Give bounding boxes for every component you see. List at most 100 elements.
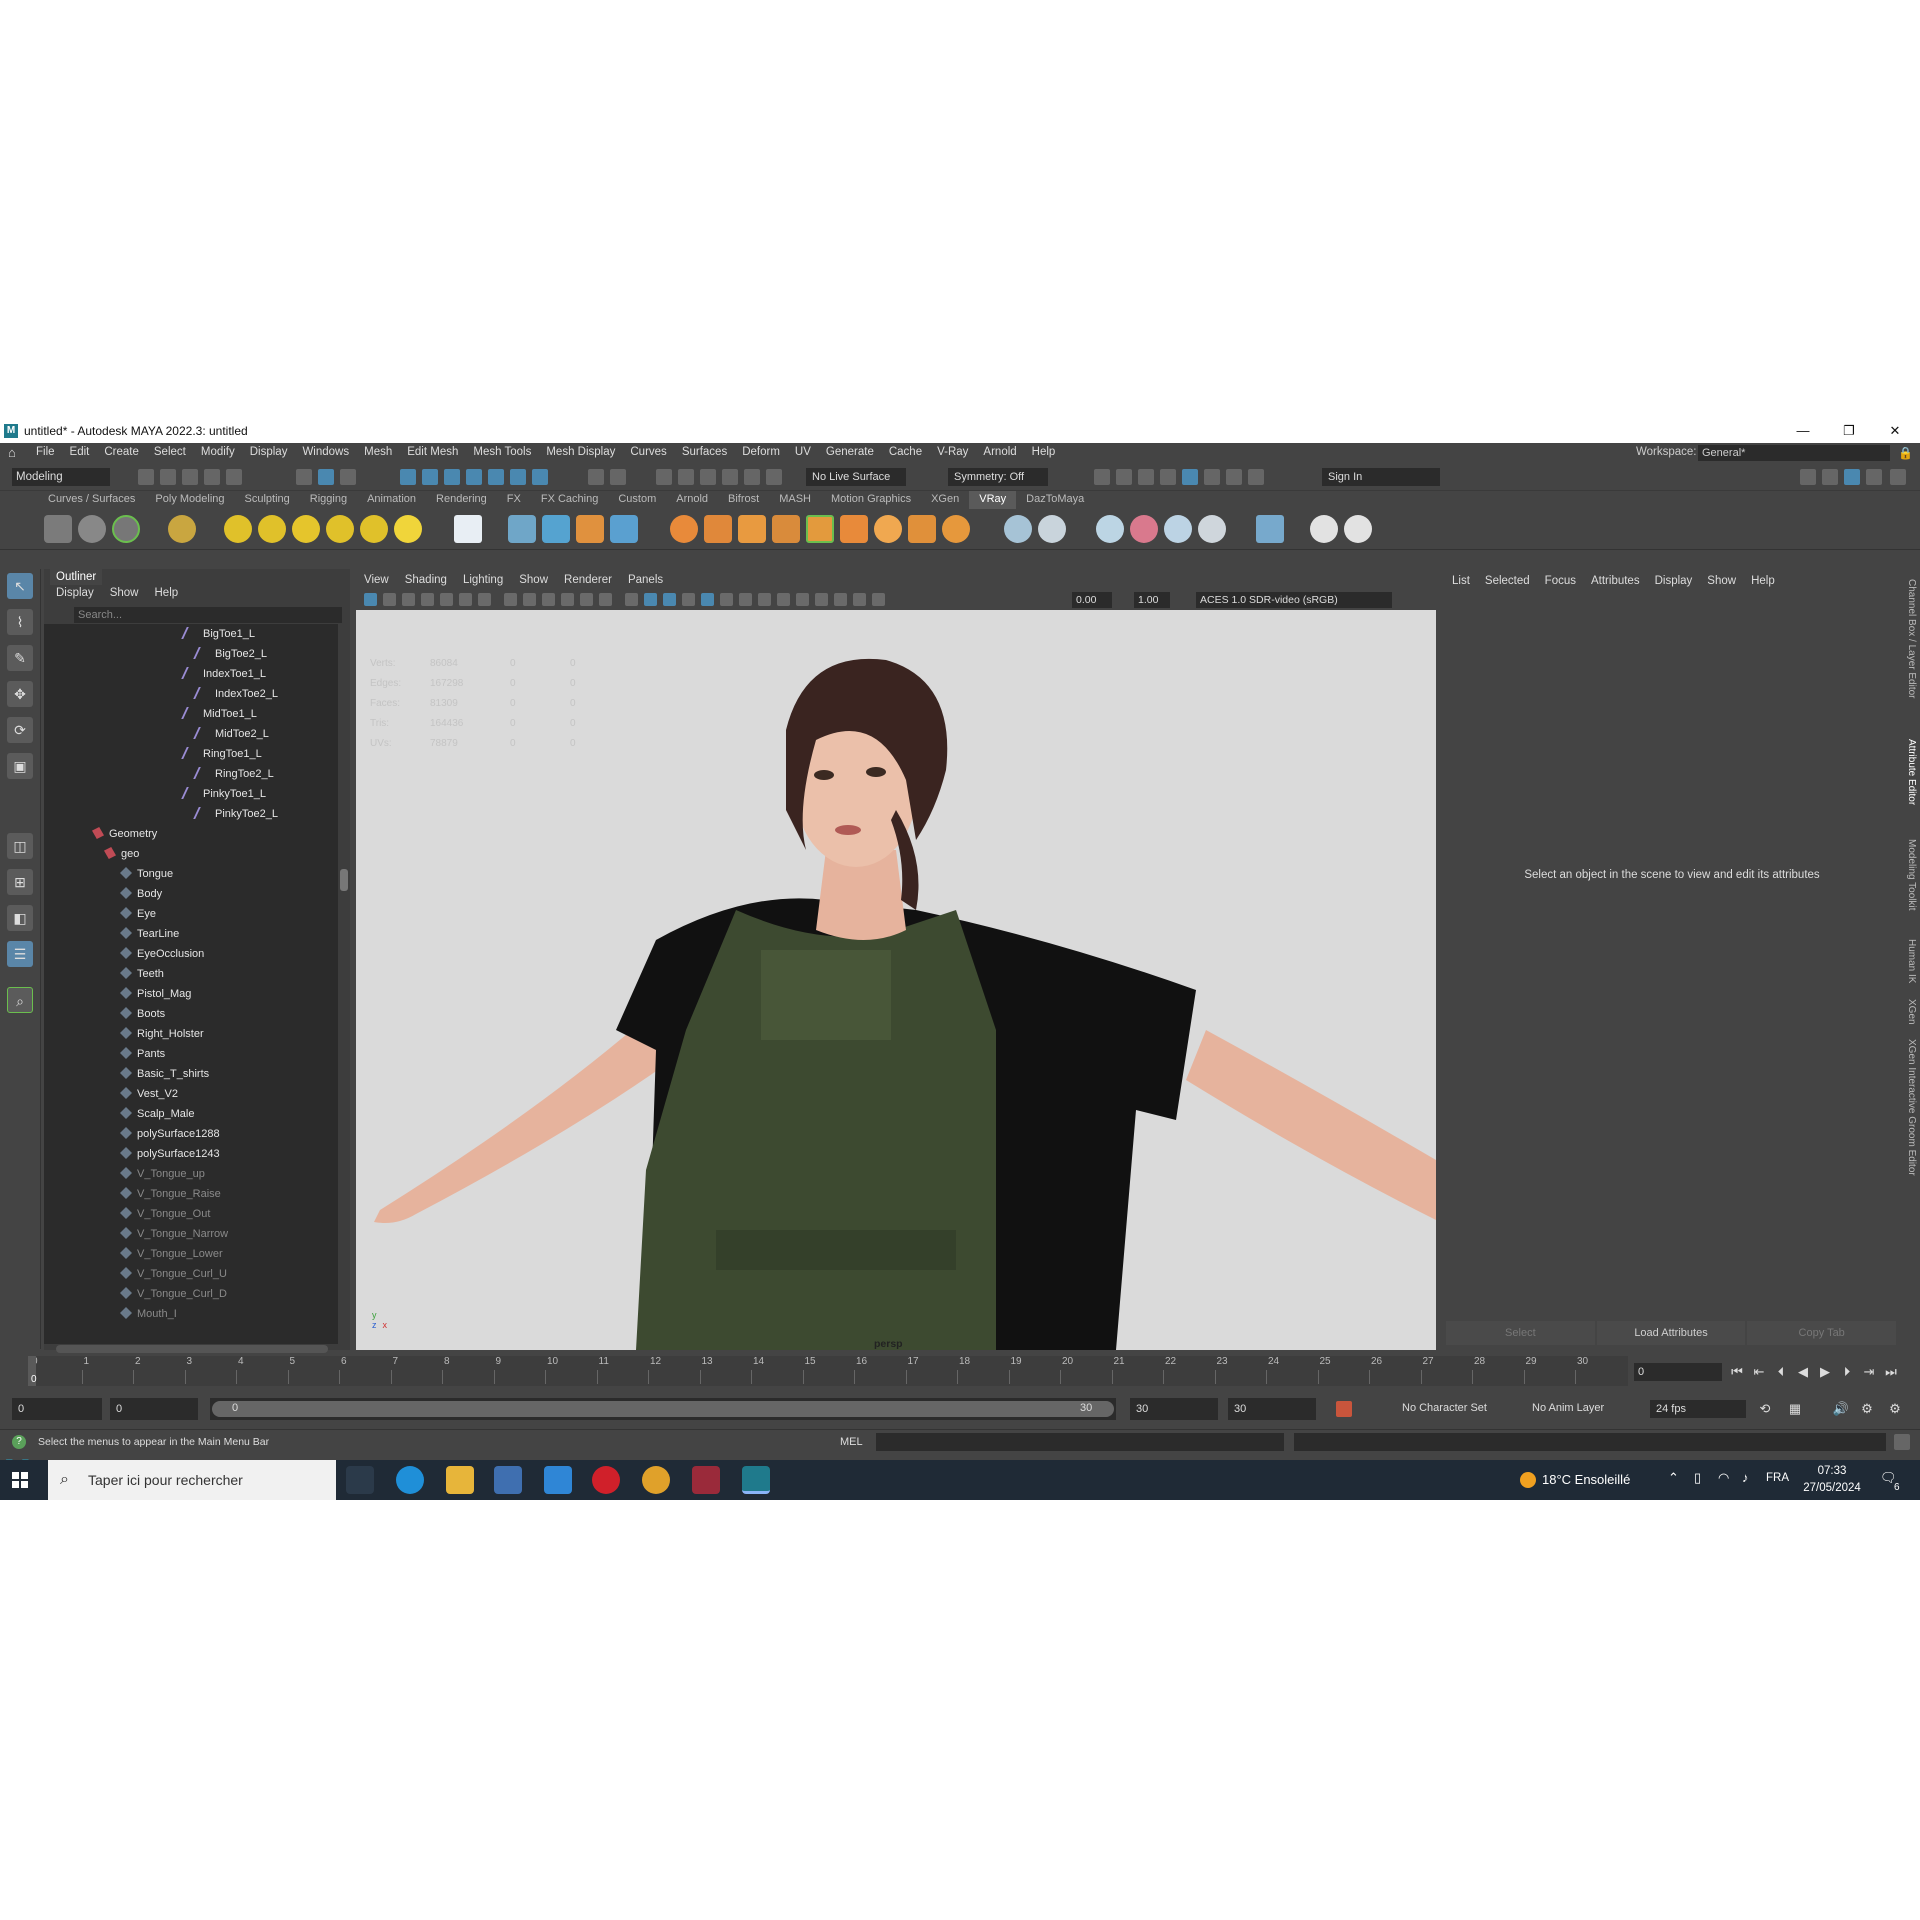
menu-set-select[interactable]: Modeling (12, 468, 110, 486)
outliner-item[interactable]: RingToe2_L (193, 764, 274, 784)
step-forward-key-icon[interactable]: ⇥ (1860, 1363, 1878, 1381)
menu-display[interactable]: Display (250, 446, 288, 458)
range-bar-handle[interactable] (212, 1401, 1114, 1417)
snap-help-icon[interactable] (532, 469, 548, 485)
vray-logo-icon[interactable] (1344, 515, 1372, 543)
task-view-icon[interactable] (346, 1466, 374, 1494)
viewport-canvas[interactable]: Verts: 86084 0 0 Edges: 167298 0 0 Faces: 81309 0 0… (356, 610, 1436, 1350)
command-input[interactable] (876, 1433, 1284, 1451)
outliner-item[interactable]: V_Tongue_Curl_D (120, 1284, 227, 1304)
minimize-button[interactable]: — (1780, 419, 1826, 443)
select-component-icon[interactable] (340, 469, 356, 485)
outliner-menu-display[interactable]: Display (56, 587, 94, 599)
shelf-tab-fx[interactable]: FX (497, 491, 531, 509)
render-current-icon[interactable] (1094, 469, 1110, 485)
tool-settings-icon[interactable] (1866, 469, 1882, 485)
range-start-field[interactable]: 0 (12, 1398, 102, 1420)
attribute-menu-selected[interactable]: Selected (1485, 575, 1530, 587)
time-slider-track[interactable]: 0123456789101112131415161718192021222324… (28, 1356, 1628, 1386)
maximize-button[interactable]: ❐ (1826, 419, 1872, 443)
outliner-item[interactable]: Teeth (120, 964, 164, 984)
vray-vfb-icon[interactable] (112, 515, 140, 543)
wireframe-on-shaded-icon[interactable] (663, 593, 676, 606)
outliner-tab[interactable]: Outliner (50, 569, 103, 585)
play-forwards-icon[interactable]: ▶ (1816, 1363, 1834, 1381)
render-setup-icon[interactable] (1204, 469, 1220, 485)
menu-edit-mesh[interactable]: Edit Mesh (407, 446, 458, 458)
outliner-menu-help[interactable]: Help (155, 587, 179, 599)
menu-surfaces[interactable]: Surfaces (682, 446, 727, 458)
viewport-menu-show[interactable]: Show (511, 572, 556, 590)
grease-pencil-icon[interactable] (459, 593, 472, 606)
vray-asset-editor-icon[interactable] (168, 515, 196, 543)
weather-text[interactable]: 18°C Ensoleillé (1542, 1472, 1630, 1487)
vray-proxy-icon[interactable] (508, 515, 536, 543)
rotate-tool-icon[interactable]: ⟳ (7, 717, 33, 743)
home-icon[interactable]: ⌂ (8, 446, 22, 460)
opera-icon[interactable] (592, 1466, 620, 1494)
vray-blend-icon[interactable] (874, 515, 902, 543)
edge-icon[interactable] (396, 1466, 424, 1494)
input-language[interactable]: FRA (1766, 1472, 1789, 1484)
field-chart-icon[interactable] (561, 593, 574, 606)
viewport-menu-lighting[interactable]: Lighting (455, 572, 511, 590)
shelf-tab-curves-surfaces[interactable]: Curves / Surfaces (38, 491, 145, 509)
tweak-icon[interactable] (744, 469, 760, 485)
lasso-tool-icon[interactable]: ⌇ (7, 609, 33, 635)
vray-ipr-icon[interactable] (78, 515, 106, 543)
animation-preferences-icon[interactable]: ⚙ (1858, 1400, 1876, 1418)
vray-sphere-light-icon[interactable] (292, 515, 320, 543)
two-pane-layout-icon[interactable]: ◧ (7, 905, 33, 931)
vray-displacement-icon[interactable] (704, 515, 732, 543)
vray-volume-icon[interactable] (772, 515, 800, 543)
wireframe-icon[interactable] (625, 593, 638, 606)
loop-icon[interactable]: ⟲ (1756, 1400, 1774, 1418)
lock-selection-icon[interactable] (588, 469, 604, 485)
gamma-field[interactable]: 1.00 (1134, 592, 1170, 608)
menu-mesh-display[interactable]: Mesh Display (546, 446, 615, 458)
hypershade-icon[interactable] (1182, 469, 1198, 485)
snap-view-plane-icon[interactable] (466, 469, 482, 485)
single-pane-layout-icon[interactable]: ◫ (7, 833, 33, 859)
outliner-item[interactable]: EyeOcclusion (120, 944, 204, 964)
vray-plane-icon[interactable] (454, 515, 482, 543)
select-hierarchy-icon[interactable] (296, 469, 312, 485)
shelf-tab-rigging[interactable]: Rigging (300, 491, 357, 509)
outliner-scroll-thumb[interactable] (340, 869, 348, 891)
human-ik-icon[interactable] (1822, 469, 1838, 485)
outliner-item[interactable]: Vest_V2 (120, 1084, 178, 1104)
outliner-layout-icon[interactable]: ☰ (7, 941, 33, 967)
select-object-icon[interactable] (318, 469, 334, 485)
outliner-item[interactable]: PinkyToe1_L (181, 784, 266, 804)
outliner-search-input[interactable]: Search... (74, 607, 342, 623)
safe-title-icon[interactable] (599, 593, 612, 606)
undo-icon[interactable] (204, 469, 220, 485)
safe-action-icon[interactable] (580, 593, 593, 606)
modeling-toolkit-icon[interactable] (1800, 469, 1816, 485)
step-forward-frame-icon[interactable]: ⏵ (1838, 1363, 1856, 1381)
vray-scene-icon[interactable] (542, 515, 570, 543)
shelf-tab-vray[interactable]: VRay (969, 491, 1017, 509)
shelf-tab-arnold[interactable]: Arnold (666, 491, 718, 509)
workspace-select[interactable]: General* (1698, 445, 1890, 461)
outliner-item[interactable]: IndexToe1_L (181, 664, 266, 684)
taskbar-clock[interactable]: 07:33 27/05/2024 (1800, 1463, 1864, 1497)
film-gate-icon[interactable] (504, 593, 517, 606)
outliner-item[interactable]: V_Tongue_Curl_U (120, 1264, 227, 1284)
smooth-shade-icon[interactable] (644, 593, 657, 606)
new-scene-icon[interactable] (138, 469, 154, 485)
outliner-item[interactable]: TearLine (120, 924, 179, 944)
shelf-tab-rendering[interactable]: Rendering (426, 491, 497, 509)
vray-bake-icon[interactable] (908, 515, 936, 543)
attribute-menu-show[interactable]: Show (1707, 575, 1736, 587)
playback-start-field[interactable]: 0 (110, 1398, 198, 1420)
vray-decal-icon[interactable] (610, 515, 638, 543)
go-to-start-icon[interactable]: ⏮ (1728, 1363, 1746, 1381)
auto-key-icon[interactable] (1336, 1401, 1352, 1417)
chrome-icon[interactable] (642, 1466, 670, 1494)
copy-tab-button[interactable]: Copy Tab (1747, 1321, 1897, 1345)
outliner-item[interactable]: V_Tongue_Raise (120, 1184, 221, 1204)
shelf-tab-daztomaya[interactable]: DazToMaya (1016, 491, 1094, 509)
range-bar[interactable]: 0 30 (210, 1398, 1116, 1420)
redo-icon[interactable] (226, 469, 242, 485)
